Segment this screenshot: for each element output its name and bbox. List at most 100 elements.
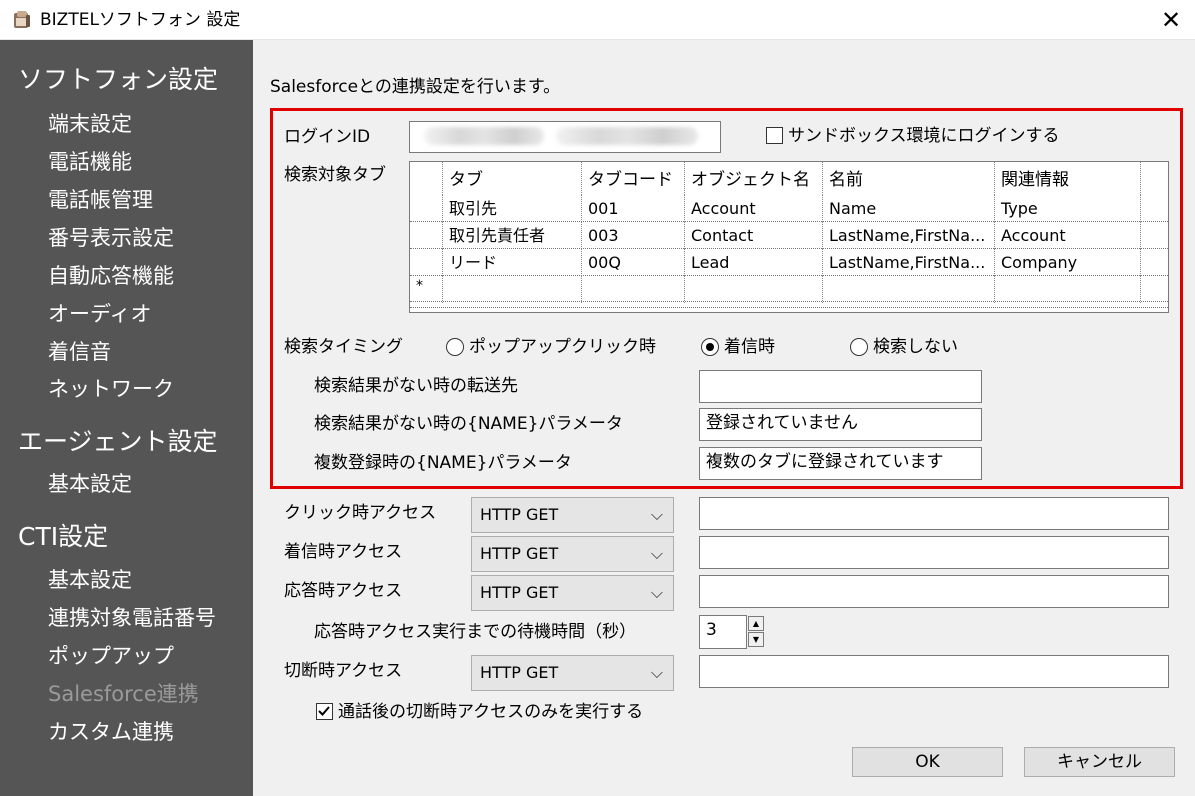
ok-button[interactable]: OK [852,747,1003,777]
cell-related[interactable]: Company [995,249,1141,276]
wait-time-input[interactable]: 3 [699,615,747,649]
after-call-only-checkbox[interactable] [316,703,333,720]
click-access-method-select[interactable]: HTTP GET ⌵ [471,497,674,533]
sidebar-item-custom[interactable]: カスタム連携 [48,718,174,746]
multi-name-input[interactable]: 複数のタブに登録されています [699,447,982,480]
row-marker [410,222,443,249]
table-row[interactable]: 取引先 001 Account Name Type [410,195,1168,222]
radio-no-search[interactable] [850,338,868,356]
sidebar-item-terminal[interactable]: 端末設定 [48,110,132,138]
cell-object-name[interactable]: Lead [685,249,823,276]
sidebar-item-cti-basic[interactable]: 基本設定 [48,566,132,594]
answer-access-method-value: HTTP GET [480,583,559,602]
cell-related[interactable]: Account [995,222,1141,249]
click-access-method-value: HTTP GET [480,505,559,524]
login-id-input[interactable] [409,121,721,153]
answer-access-label: 応答時アクセス [284,581,403,601]
sidebar: ソフトフォン設定 端末設定 電話機能 電話帳管理 番号表示設定 自動応答機能 オ… [0,40,253,796]
cell-tab[interactable]: リード [443,249,582,276]
radio-popup-click-label: ポップアップクリック時 [469,337,656,357]
click-access-label: クリック時アクセス [284,503,437,523]
close-button[interactable]: ✕ [1147,0,1195,40]
cell-tab-code[interactable]: 003 [582,222,685,249]
disconnect-access-method-select[interactable]: HTTP GET ⌵ [471,655,674,691]
sidebar-item-phonebook[interactable]: 電話帳管理 [48,186,153,214]
login-id-label: ログインID [284,127,371,147]
chevron-down-icon: ⌵ [650,583,663,602]
incoming-access-method-select[interactable]: HTTP GET ⌵ [471,536,674,572]
grid-header-object-name[interactable]: オブジェクト名 [685,162,823,195]
sidebar-item-number-display[interactable]: 番号表示設定 [48,224,174,252]
grid-header-tab-code[interactable]: タブコード [582,162,685,195]
new-row[interactable]: * [410,276,1168,303]
chevron-down-icon: ⌵ [650,544,663,563]
answer-access-url-input[interactable] [699,575,1169,608]
search-tab-grid[interactable]: タブ タブコード オブジェクト名 名前 関連情報 取引先 001 Account… [409,161,1169,313]
cell-tab[interactable] [443,276,582,303]
table-row[interactable]: 取引先責任者 003 Contact LastName,FirstNa... A… [410,222,1168,249]
spin-down-button[interactable]: ▼ [748,632,764,647]
cell-object-name[interactable]: Contact [685,222,823,249]
cell-tab[interactable]: 取引先 [443,195,582,222]
cell-name[interactable]: LastName,FirstNa... [823,222,995,249]
title-bar: BIZTELソフトフォン 設定 ✕ [0,0,1195,40]
intro-text: Salesforceとの連携設定を行います。 [270,77,561,97]
cell-object-name[interactable] [685,276,823,303]
cell-tab-code[interactable]: 00Q [582,249,685,276]
multi-name-label: 複数登録時の{NAME}パラメータ [314,453,572,473]
sidebar-section-cti[interactable]: CTI設定 [18,521,108,553]
cell-object-name[interactable]: Account [685,195,823,222]
sidebar-item-phone-functions[interactable]: 電話機能 [48,148,132,176]
chevron-down-icon: ⌵ [650,505,663,524]
sidebar-section-agent[interactable]: エージェント設定 [18,426,218,458]
row-marker [410,249,443,276]
grid-header-tab[interactable]: タブ [443,162,582,195]
grid-header-row: タブ タブコード オブジェクト名 名前 関連情報 [410,162,1168,195]
sidebar-item-popup[interactable]: ポップアップ [48,642,174,670]
window-title: BIZTELソフトフォン 設定 [40,10,241,30]
grid-header-name[interactable]: 名前 [823,162,995,195]
no-result-name-label: 検索結果がない時の{NAME}パラメータ [314,414,623,434]
sandbox-label: サンドボックス環境にログインする [788,126,1060,146]
after-call-only-label: 通話後の切断時アクセスのみを実行する [338,702,644,722]
sidebar-item-network[interactable]: ネットワーク [48,375,174,403]
app-icon [14,11,30,28]
grid-header-related[interactable]: 関連情報 [995,162,1141,195]
no-result-forward-input[interactable] [699,370,982,403]
sandbox-checkbox[interactable] [766,127,783,144]
incoming-access-method-value: HTTP GET [480,544,559,563]
cell-name[interactable]: Name [823,195,995,222]
sidebar-item-target-numbers[interactable]: 連携対象電話番号 [48,604,216,632]
search-tab-label: 検索対象タブ [284,165,386,185]
sidebar-item-audio[interactable]: オーディオ [48,300,152,328]
radio-incoming-label: 着信時 [724,337,775,357]
spin-up-button[interactable]: ▲ [748,616,764,631]
radio-no-search-label: 検索しない [873,337,958,357]
no-result-name-input[interactable]: 登録されていません [699,408,982,441]
disconnect-access-url-input[interactable] [699,655,1169,688]
disconnect-access-method-value: HTTP GET [480,663,559,682]
sidebar-section-softphone[interactable]: ソフトフォン設定 [18,64,218,96]
incoming-access-url-input[interactable] [699,536,1169,569]
disconnect-access-label: 切断時アクセス [284,661,403,681]
answer-access-method-select[interactable]: HTTP GET ⌵ [471,575,674,611]
sidebar-item-auto-answer[interactable]: 自動応答機能 [48,262,174,290]
cell-name[interactable]: LastName,FirstNa... [823,249,995,276]
radio-popup-click[interactable] [446,338,464,356]
cell-related[interactable] [995,276,1141,303]
cell-tab-code[interactable] [582,276,685,303]
sidebar-item-salesforce[interactable]: Salesforce連携 [48,680,199,708]
cell-tab[interactable]: 取引先責任者 [443,222,582,249]
new-row-marker: * [410,276,443,303]
search-timing-label: 検索タイミング [284,337,403,357]
sidebar-item-ringtone[interactable]: 着信音 [48,338,111,366]
cell-related[interactable]: Type [995,195,1141,222]
sidebar-item-agent-basic[interactable]: 基本設定 [48,470,132,498]
cancel-button[interactable]: キャンセル [1024,747,1175,777]
cell-tab-code[interactable]: 001 [582,195,685,222]
cell-name[interactable] [823,276,995,303]
incoming-access-label: 着信時アクセス [284,542,403,562]
click-access-url-input[interactable] [699,497,1169,530]
radio-incoming[interactable] [701,338,719,356]
table-row[interactable]: リード 00Q Lead LastName,FirstNa... Company [410,249,1168,276]
